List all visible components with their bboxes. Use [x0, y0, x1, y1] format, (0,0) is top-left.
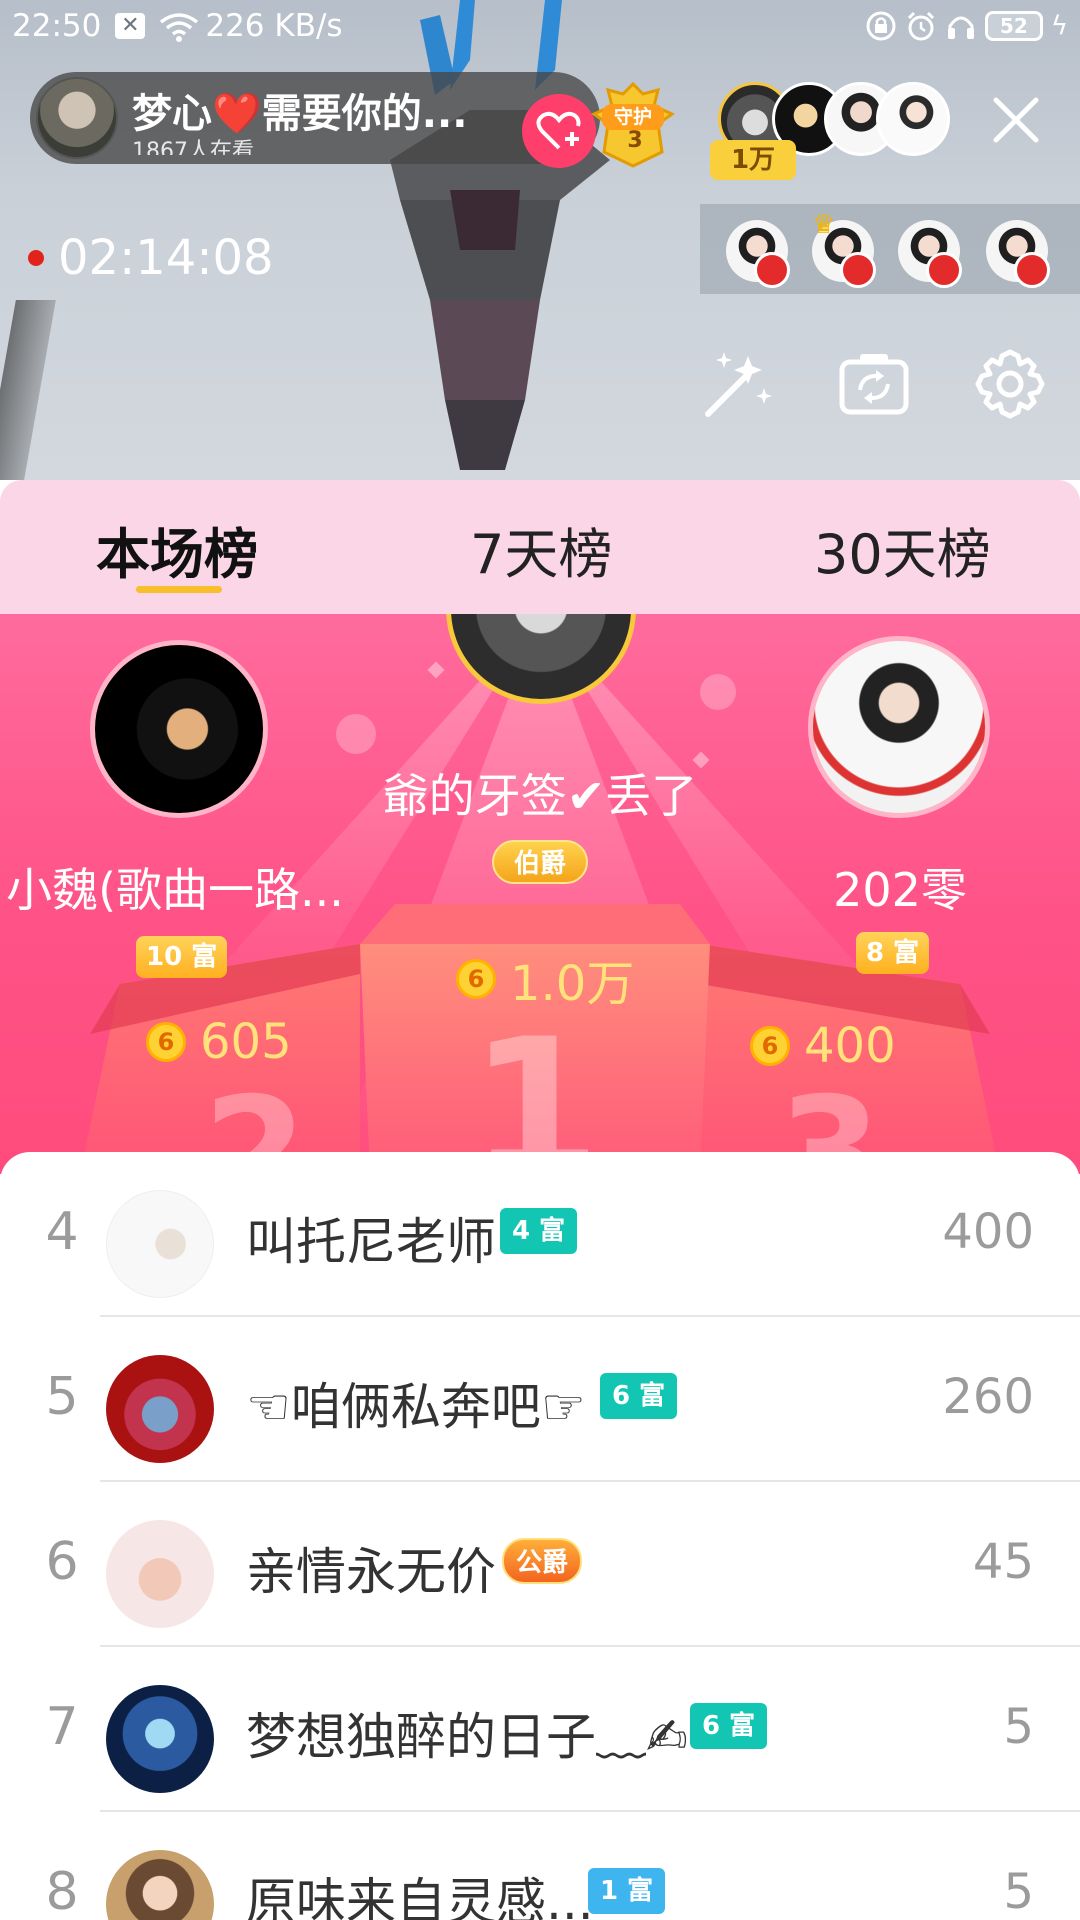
second-place-avatar[interactable]: [90, 640, 268, 818]
settings-gear-icon[interactable]: [972, 346, 1048, 422]
list-item[interactable]: 6 亲情永无价 公爵 45: [0, 1482, 1080, 1647]
close-icon[interactable]: [990, 94, 1042, 146]
host-name: 梦心❤️需要你的...: [132, 91, 468, 137]
background-shadow: [0, 300, 56, 480]
third-place-avatar[interactable]: [808, 636, 990, 818]
seat-badge-icon: [1014, 252, 1050, 288]
rank-number: 4: [45, 1202, 79, 1262]
tab-30-days[interactable]: 30天榜: [814, 510, 991, 589]
ranking-tabs: 本场榜 7天榜 30天榜: [0, 480, 1080, 614]
noble-title-badge: 公爵: [502, 1538, 583, 1584]
third-place-name[interactable]: 202零: [800, 854, 1000, 920]
clock: 22:50: [12, 8, 102, 44]
coin-icon: 6: [146, 1022, 186, 1062]
rank-number: 7: [45, 1697, 79, 1757]
user-name[interactable]: 原味来自灵感...: [246, 1862, 594, 1920]
list-item[interactable]: 5 ☜咱俩私奔吧☞ 6 富 260: [0, 1317, 1080, 1482]
viewer-avatar[interactable]: [876, 82, 950, 156]
contribution-score: 45: [972, 1534, 1034, 1590]
list-item[interactable]: 8 原味来自灵感... 1 富 5: [0, 1812, 1080, 1920]
wifi-icon: [160, 13, 199, 42]
alarm-icon: [907, 11, 934, 41]
seat-badge-icon: [926, 252, 962, 288]
user-name[interactable]: ☜咱俩私奔吧☞: [246, 1367, 586, 1439]
guard-badge-icon[interactable]: 守护: [588, 80, 678, 172]
list-item[interactable]: 4 叫托尼老师 4 富 400: [0, 1152, 1080, 1317]
wealth-level-badge: 1 富: [588, 1868, 666, 1914]
status-icons: 52 ϟ: [865, 10, 1068, 42]
second-place-name[interactable]: 小魏(歌曲一路...: [0, 854, 350, 920]
seat-badge-icon: [754, 252, 790, 288]
user-name[interactable]: 叫托尼老师: [246, 1202, 496, 1274]
battery-indicator: 52: [984, 11, 1043, 41]
live-video-area: 22:50 ✕ 226 KB/s 52 ϟ 梦心❤️需要你的... 1867人在…: [0, 0, 1080, 480]
top-three-podium: 1 2 3 爺的牙签✔丢了 伯爵 6 1.0万 小魏(歌曲一路... 10 富 …: [0, 614, 1080, 1174]
user-avatar[interactable]: [106, 1520, 214, 1628]
contribution-score: 5: [1003, 1864, 1034, 1920]
tab-7-days[interactable]: 7天榜: [470, 510, 612, 589]
top-viewer-contribution-badge: 1万: [710, 140, 796, 180]
seat-badge-icon: [840, 252, 876, 288]
wealth-level-badge: 6 富: [690, 1703, 768, 1749]
user-name[interactable]: 梦想独醉的日子﹏✍: [246, 1697, 688, 1769]
first-place-name[interactable]: 爺的牙签✔丢了: [340, 760, 740, 826]
crown-icon: ♛: [812, 210, 836, 240]
user-name[interactable]: 亲情永无价: [246, 1532, 496, 1604]
coin-icon: 6: [456, 959, 496, 999]
rank-number: 8: [45, 1862, 79, 1920]
first-place-coins: 6 1.0万: [456, 944, 634, 1014]
follow-button[interactable]: [522, 94, 596, 168]
third-place-coins: 6 400: [750, 1018, 896, 1074]
second-place-coins: 6 605: [146, 1014, 292, 1070]
contribution-score: 5: [1003, 1699, 1034, 1755]
active-tab-indicator: [136, 586, 222, 593]
charging-icon: ϟ: [1050, 11, 1068, 41]
svg-text:守护: 守护: [614, 105, 652, 128]
network-speed: 226 KB/s: [205, 8, 343, 44]
svg-text:1: 1: [469, 998, 601, 1174]
viewer-count: 1867人在看: [132, 139, 254, 155]
deer-head-decoration: [390, 0, 610, 470]
wealth-level-badge: 10 富: [136, 936, 228, 978]
status-bar: 22:50 ✕ 226 KB/s 52 ϟ: [0, 0, 1080, 52]
wealth-level-badge: 4 富: [500, 1208, 578, 1254]
rank-number: 6: [45, 1532, 79, 1592]
tab-current-session[interactable]: 本场榜: [96, 510, 258, 589]
user-avatar[interactable]: [106, 1685, 214, 1793]
guard-count: 3: [627, 128, 643, 153]
rank-number: 5: [45, 1367, 79, 1427]
lock-rotation-icon: [866, 11, 896, 41]
noble-title-badge: 伯爵: [492, 840, 588, 884]
contribution-score: 260: [942, 1369, 1034, 1425]
contribution-score: 400: [942, 1204, 1034, 1260]
host-avatar[interactable]: [36, 77, 118, 159]
beauty-magic-wand-icon[interactable]: [700, 346, 776, 422]
list-item[interactable]: 7 梦想独醉的日子﹏✍ 6 富 5: [0, 1647, 1080, 1812]
coin-icon: 6: [750, 1026, 790, 1066]
user-avatar[interactable]: [106, 1190, 214, 1298]
wealth-level-badge: 6 富: [600, 1373, 678, 1419]
user-avatar[interactable]: [106, 1850, 214, 1920]
recording-dot: [28, 250, 44, 266]
switch-camera-icon[interactable]: [836, 346, 912, 422]
x-box-icon: ✕: [115, 13, 146, 39]
recording-timer: 02:14:08: [28, 230, 274, 286]
ranking-list: 4 叫托尼老师 4 富 400 5 ☜咱俩私奔吧☞ 6 富 260 6 亲情永无…: [0, 1152, 1080, 1920]
heart-plus-icon: [536, 111, 581, 150]
host-info-pill[interactable]: 梦心❤️需要你的... 1867人在看: [30, 72, 600, 164]
wealth-level-badge: 8 富: [856, 932, 930, 974]
user-avatar[interactable]: [106, 1355, 214, 1463]
elapsed-time: 02:14:08: [58, 230, 274, 286]
headphones-icon: [947, 16, 974, 39]
